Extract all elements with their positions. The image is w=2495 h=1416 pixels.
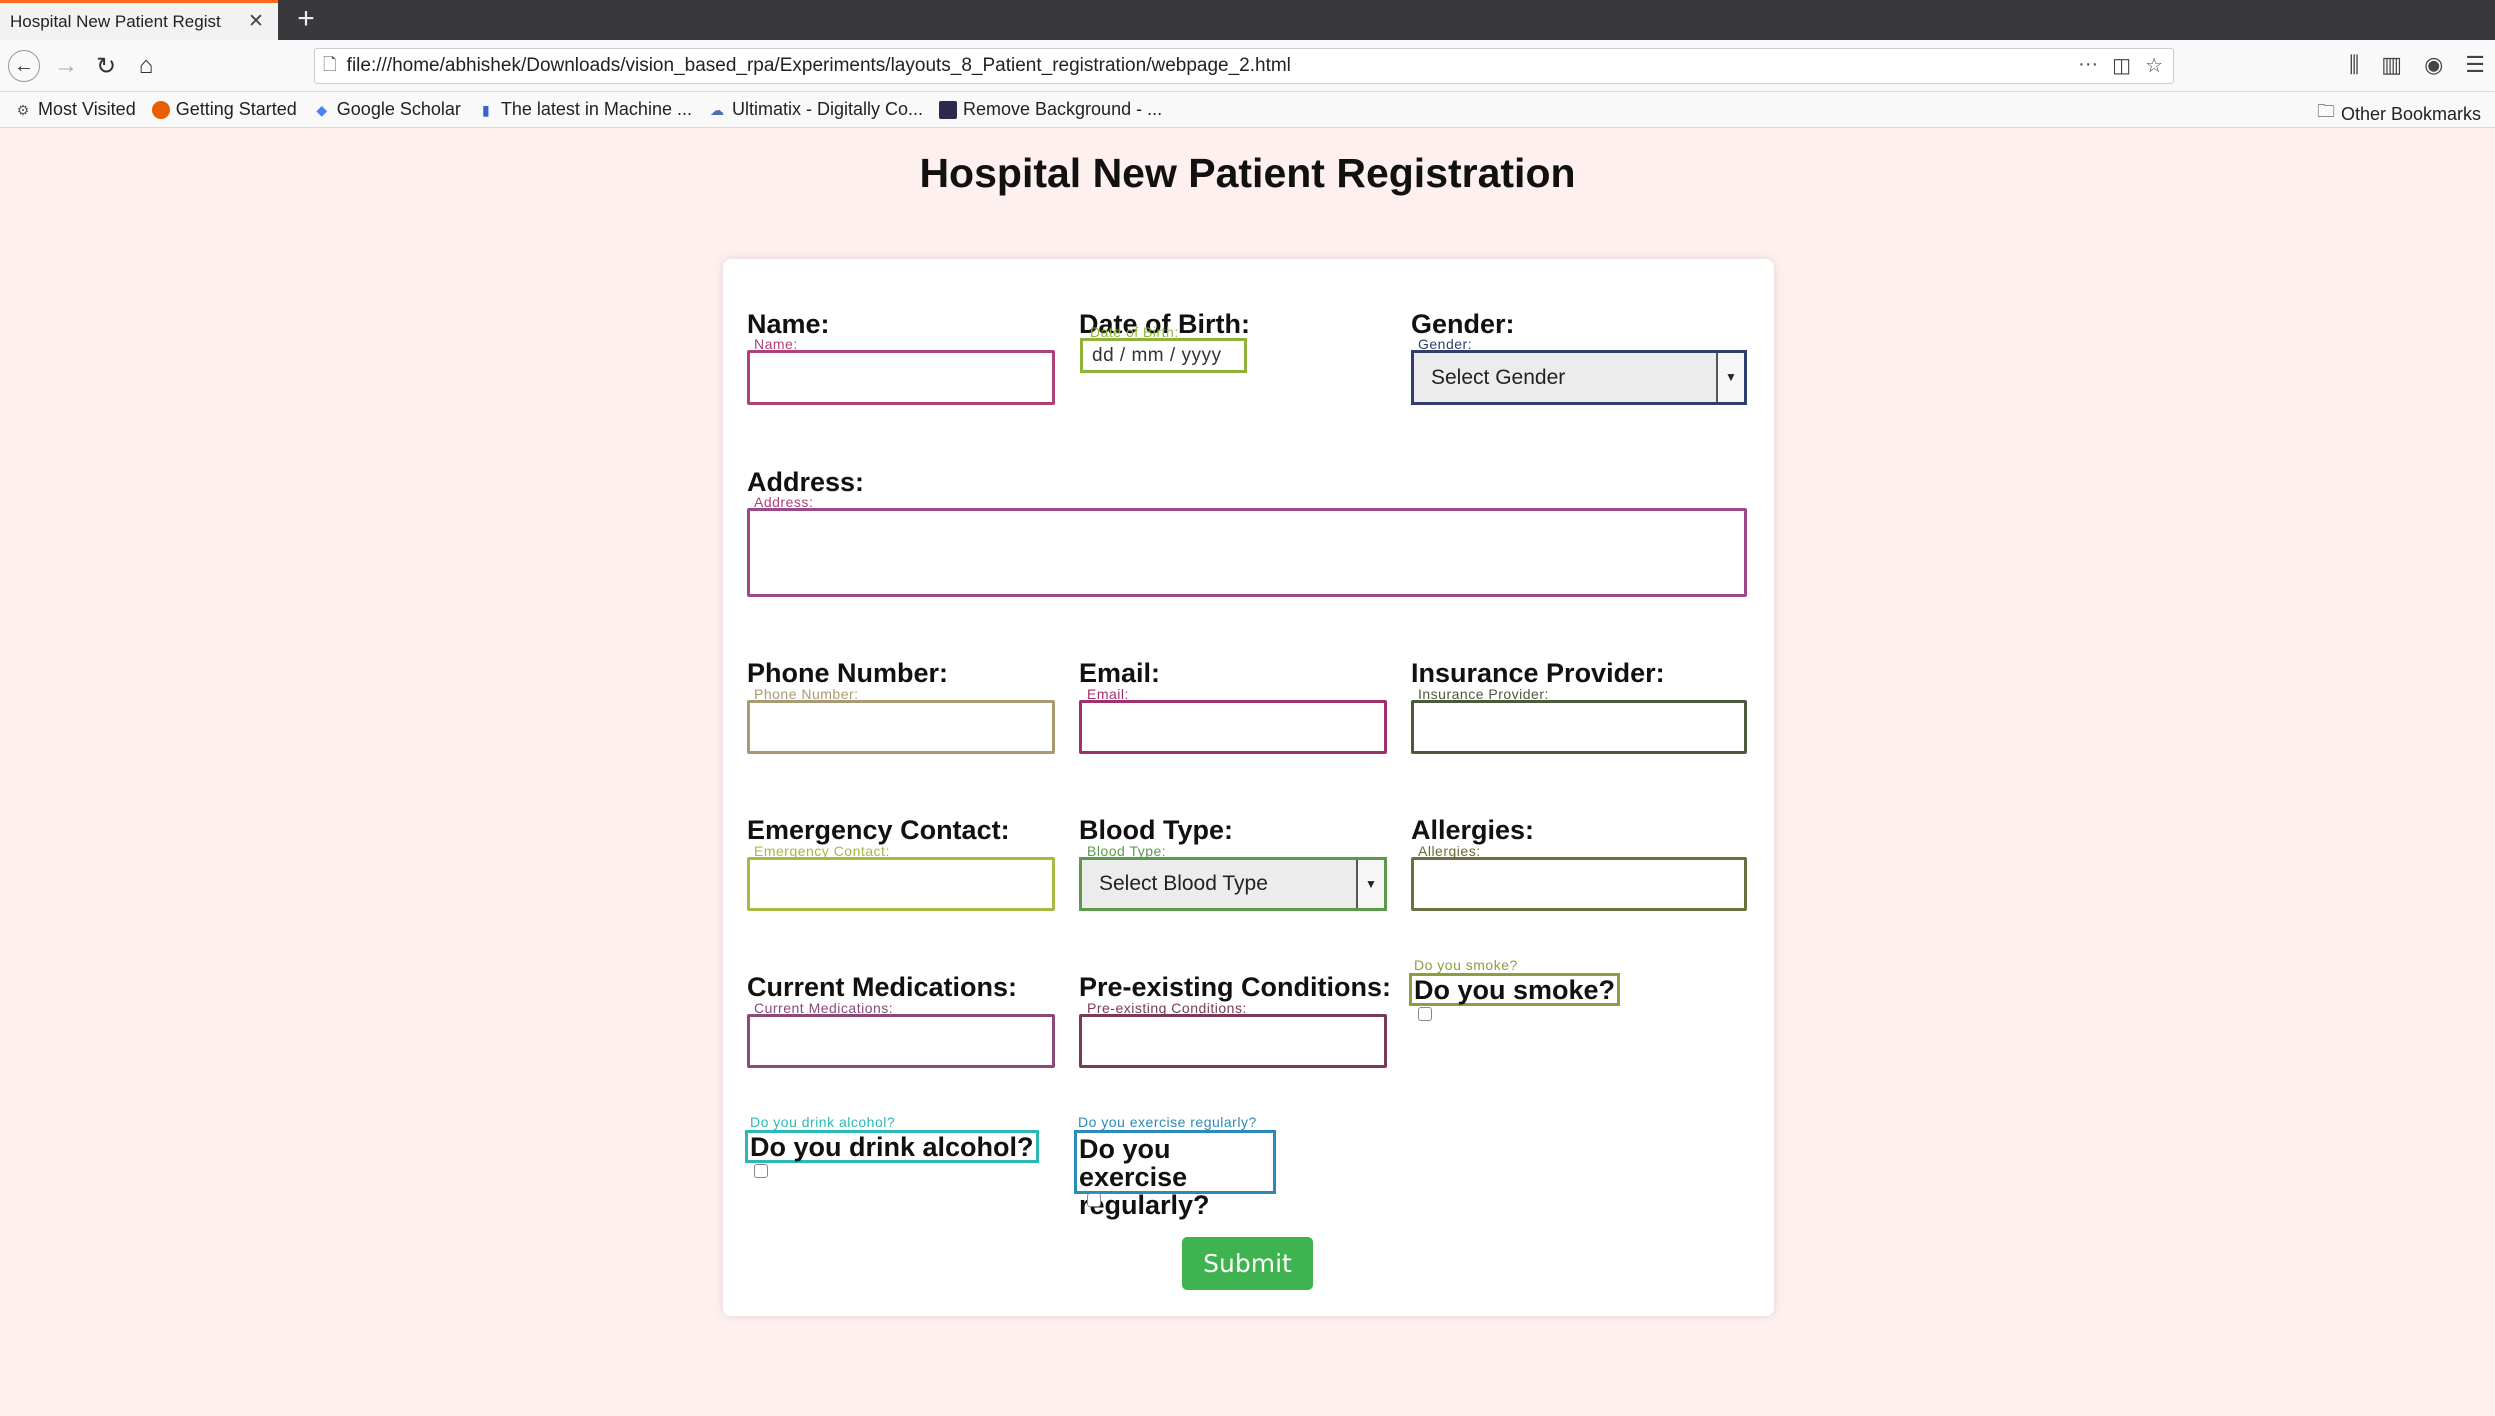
smoke-caption: Do you smoke? (1414, 957, 1518, 973)
phone-label: Phone Number: (747, 658, 949, 688)
phone-input[interactable] (747, 700, 1055, 754)
firefox-icon (151, 100, 170, 119)
bookmark-machine-learning[interactable]: ▮ The latest in Machine ... (477, 99, 692, 120)
sidebar-icon[interactable]: ▥ (2381, 52, 2402, 78)
name-input[interactable] (747, 350, 1055, 405)
exercise-label: Do you exercise regularly? (1074, 1130, 1276, 1219)
forward-icon[interactable]: → (50, 50, 82, 82)
smoke-label: Do you smoke? (1409, 973, 1621, 1006)
email-input[interactable] (1079, 700, 1387, 754)
dob-input[interactable]: dd / mm / yyyy (1080, 338, 1247, 373)
blood-type-select[interactable]: Select Blood Type ▼ (1079, 857, 1387, 911)
allergies-label: Allergies: (1411, 815, 1535, 845)
email-label: Email: (1079, 658, 1161, 688)
page-title: Hospital New Patient Registration (919, 150, 1576, 196)
exercise-caption: Do you exercise regularly? (1078, 1114, 1257, 1130)
tab-strip: Hospital New Patient Regist ✕ + (0, 0, 2495, 40)
address-textarea[interactable] (747, 508, 1747, 597)
ml-icon: ▮ (482, 101, 490, 118)
bookmarks-toolbar: ⚙ Most Visited Getting Started ◆ Google … (0, 92, 2495, 128)
insurance-input[interactable] (1411, 700, 1747, 754)
alcohol-caption: Do you drink alcohol? (750, 1114, 896, 1130)
blood-type-selected: Select Blood Type (1099, 872, 1268, 895)
exercise-label-line1: Do you exercise (1079, 1134, 1188, 1192)
scholar-icon: ◆ (316, 101, 328, 118)
conditions-input[interactable] (1079, 1014, 1387, 1068)
reload-icon[interactable]: ↻ (90, 50, 122, 82)
tab-title: Hospital New Patient Regist (10, 11, 221, 31)
other-bookmarks[interactable]: 🗀 Other Bookmarks (2317, 99, 2481, 129)
bookmark-google-scholar[interactable]: ◆ Google Scholar (313, 99, 460, 120)
bookmark-most-visited[interactable]: ⚙ Most Visited (14, 99, 136, 120)
gender-select[interactable]: Select Gender ▼ (1411, 350, 1747, 405)
menu-icon[interactable]: ☰ (2465, 52, 2485, 78)
submit-button[interactable]: Submit (1182, 1237, 1313, 1290)
gear-icon: ⚙ (16, 101, 30, 118)
pocket-icon[interactable]: ◫ (2112, 53, 2131, 78)
chevron-down-icon: ▼ (1716, 353, 1744, 402)
conditions-label: Pre-existing Conditions: (1079, 972, 1392, 1002)
allergies-input[interactable] (1411, 857, 1747, 911)
bookmark-remove-background[interactable]: Remove Background - ... (939, 99, 1162, 120)
emergency-label: Emergency Contact: (747, 815, 1010, 845)
back-icon[interactable]: ← (8, 50, 40, 82)
page-actions-icon[interactable]: ··· (2078, 53, 2098, 78)
bookmark-ultimatix[interactable]: ☁ Ultimatix - Digitally Co... (708, 99, 923, 120)
smoke-checkbox[interactable] (1418, 1007, 1432, 1021)
gender-selected: Select Gender (1431, 365, 1566, 389)
navigation-toolbar: ← → ↻ ⌂ 🗋 file:///home/abhishek/Download… (0, 40, 2495, 92)
insurance-label: Insurance Provider: (1411, 658, 1665, 688)
home-icon[interactable]: ⌂ (130, 50, 162, 82)
blood-type-label: Blood Type: (1079, 815, 1233, 845)
url-text[interactable]: file:///home/abhishek/Downloads/vision_b… (347, 55, 1291, 77)
account-icon[interactable]: ◉ (2424, 52, 2443, 78)
emergency-contact-input[interactable] (747, 857, 1055, 911)
medications-label: Current Medications: (747, 972, 1018, 1002)
library-icon[interactable]: ⫼ (2349, 52, 2359, 78)
address-bar[interactable]: 🗋 file:///home/abhishek/Downloads/vision… (314, 48, 2174, 84)
new-tab-button[interactable]: + (288, 0, 324, 40)
bookmark-getting-started[interactable]: Getting Started (151, 99, 297, 120)
close-tab-icon[interactable]: ✕ (248, 10, 264, 33)
medications-input[interactable] (747, 1014, 1055, 1068)
removebg-icon (939, 100, 957, 119)
chevron-down-icon: ▼ (1356, 860, 1384, 908)
alcohol-label: Do you drink alcohol? (745, 1130, 1039, 1163)
alcohol-checkbox[interactable] (754, 1164, 768, 1178)
folder-icon: 🗀 (2316, 101, 2335, 121)
ultimatix-icon: ☁ (709, 101, 724, 118)
browser-tab[interactable]: Hospital New Patient Regist ✕ (0, 0, 278, 40)
exercise-checkbox[interactable] (1087, 1193, 1101, 1207)
page-icon: 🗋 (323, 54, 337, 74)
bookmark-star-icon[interactable]: ☆ (2145, 53, 2163, 78)
exercise-label-line2: regularly? (1079, 1190, 1210, 1220)
